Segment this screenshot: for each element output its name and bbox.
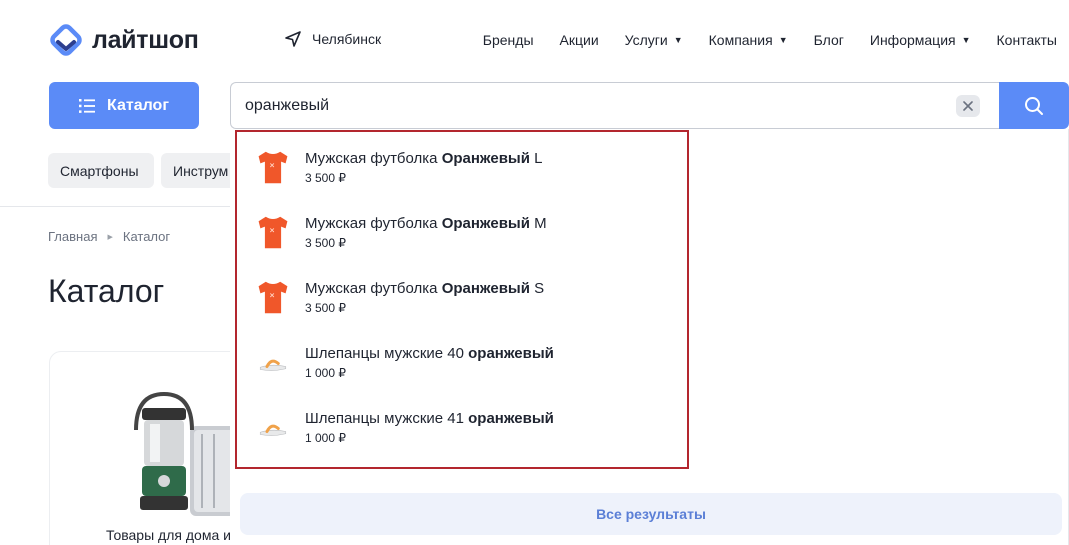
suggestion-price: 3 500 ₽: [305, 235, 346, 250]
suggestion-item[interactable]: Шлепанцы мужские 41 оранжевый 1 000 ₽: [253, 402, 673, 452]
suggestion-item[interactable]: Мужская футболка Оранжевый M 3 500 ₽: [253, 207, 673, 257]
nav-contacts[interactable]: Контакты: [997, 32, 1057, 48]
nav-services[interactable]: Услуги ▼: [625, 32, 683, 48]
search-icon: [1025, 96, 1043, 115]
all-results-button[interactable]: Все результаты: [240, 493, 1062, 535]
chip-smartphones[interactable]: Смартфоны: [48, 153, 154, 188]
logo[interactable]: лайтшоп: [48, 22, 199, 58]
suggestion-price: 3 500 ₽: [305, 170, 346, 185]
list-icon: [79, 98, 95, 113]
nav-label: Контакты: [996, 32, 1057, 48]
suggestion-title: Мужская футболка Оранжевый L: [305, 149, 543, 167]
caret-down-icon: ▼: [673, 34, 683, 45]
catalog-button[interactable]: Каталог: [49, 82, 199, 129]
nav-label: Услуги: [624, 32, 668, 48]
slipper-icon: [253, 407, 293, 447]
search-button[interactable]: [999, 82, 1069, 129]
nav-blog[interactable]: Блог: [814, 32, 844, 48]
caret-down-icon: ▼: [961, 34, 971, 45]
nav-label: Компания: [708, 32, 773, 48]
logo-text: лайтшоп: [92, 25, 199, 54]
city-label: Челябинск: [312, 31, 382, 47]
breadcrumb: Главная ▶ Каталог: [48, 229, 170, 244]
suggestion-title: Мужская футболка Оранжевый M: [305, 214, 547, 232]
nav-label: Бренды: [482, 32, 534, 48]
nav-promotions[interactable]: Акции: [560, 32, 599, 48]
location-arrow-icon: [285, 31, 301, 47]
page-title: Каталог: [48, 273, 165, 309]
nav-label: Акции: [559, 32, 599, 48]
breadcrumb-home[interactable]: Главная: [48, 229, 97, 244]
slipper-icon: [253, 342, 293, 382]
suggestion-title: Мужская футболка Оранжевый S: [305, 279, 545, 297]
suggestion-price: 3 500 ₽: [305, 300, 346, 315]
tshirt-icon: [253, 212, 293, 252]
tshirt-icon: [253, 277, 293, 317]
nav-information[interactable]: Информация ▼: [870, 32, 971, 48]
nav-brands[interactable]: Бренды: [483, 32, 534, 48]
tshirt-icon: [253, 147, 293, 187]
city-selector[interactable]: Челябинск: [284, 30, 381, 48]
logo-icon: [50, 24, 82, 56]
search-input[interactable]: [245, 83, 945, 128]
catalog-button-label: Каталог: [107, 96, 169, 114]
suggestion-price: 1 000 ₽: [305, 365, 346, 380]
top-navigation: Бренды Акции Услуги ▼ Компания ▼ Блог Инфо…: [483, 32, 1057, 48]
breadcrumb-current: Каталог: [122, 229, 171, 244]
clear-search-button[interactable]: [956, 95, 980, 117]
caret-down-icon: ▼: [778, 34, 788, 45]
nav-label: Блог: [813, 32, 844, 48]
nav-label: Информация: [869, 32, 956, 48]
chip-tools[interactable]: Инструм: [161, 153, 241, 188]
close-icon: [963, 101, 973, 111]
category-card-label: Товары для дома и: [106, 527, 231, 543]
search-box: [230, 82, 1000, 129]
suggestion-title: Шлепанцы мужские 41 оранжевый: [305, 409, 554, 427]
suggestion-item[interactable]: Мужская футболка Оранжевый L 3 500 ₽: [253, 142, 673, 192]
suggestion-price: 1 000 ₽: [305, 430, 346, 445]
suggestion-title: Шлепанцы мужские 40 оранжевый: [305, 344, 554, 362]
nav-company[interactable]: Компания ▼: [709, 32, 788, 48]
suggestion-item[interactable]: Мужская футболка Оранжевый S 3 500 ₽: [253, 272, 673, 322]
breadcrumb-separator-icon: ▶: [107, 233, 113, 241]
search-suggestions: Мужская футболка Оранжевый L 3 500 ₽ Муж…: [235, 130, 689, 469]
suggestion-item[interactable]: Шлепанцы мужские 40 оранжевый 1 000 ₽: [253, 337, 673, 387]
